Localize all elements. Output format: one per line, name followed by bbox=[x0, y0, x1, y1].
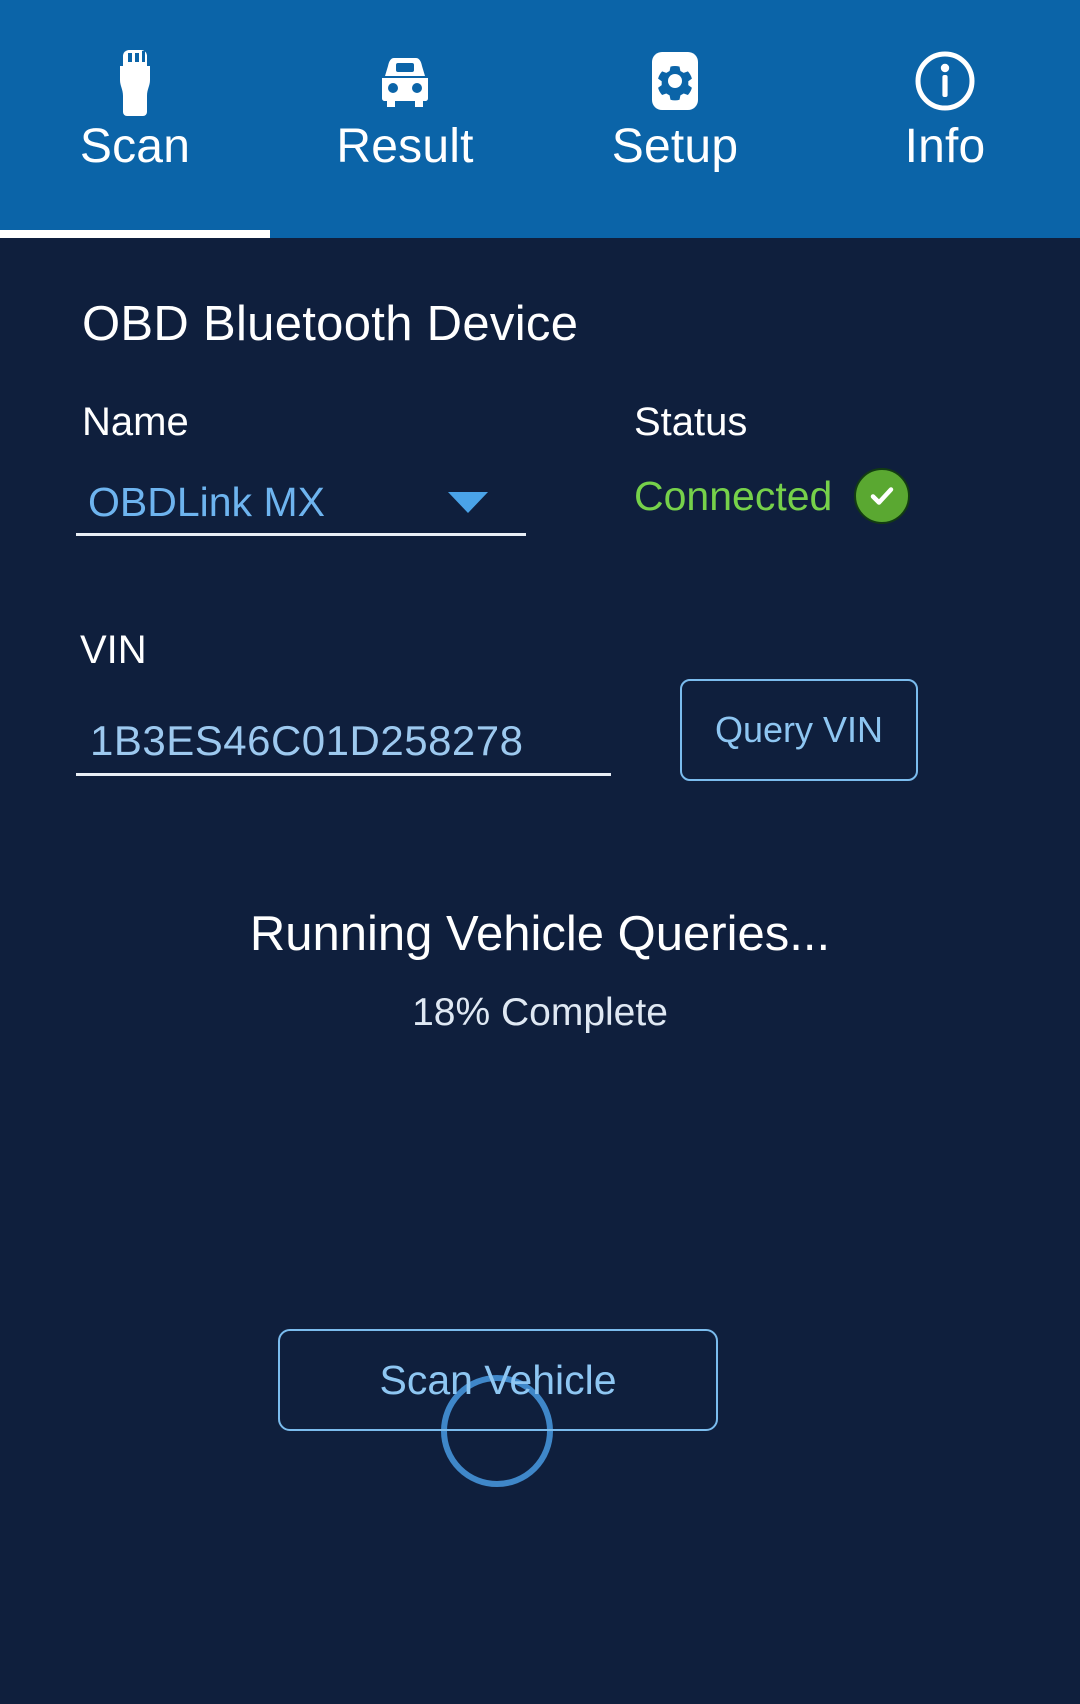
tab-label: Result bbox=[336, 120, 474, 173]
vin-value: 1B3ES46C01D258278 bbox=[90, 716, 524, 764]
tab-label: Info bbox=[904, 120, 986, 173]
scan-panel: OBD Bluetooth Device Name Status OBDLink… bbox=[0, 238, 1080, 1704]
connection-status: Connected bbox=[634, 468, 911, 524]
device-name-value: OBDLink MX bbox=[88, 479, 325, 525]
status-value: Connected bbox=[634, 472, 833, 519]
progress-title: Running Vehicle Queries... bbox=[249, 907, 831, 961]
app-root: Scan Result Setup Info OBD Bluetooth Dev… bbox=[0, 0, 1080, 1704]
section-title: OBD Bluetooth Device bbox=[82, 297, 579, 351]
tab-scan[interactable]: Scan bbox=[0, 0, 270, 238]
info-circle-icon bbox=[913, 44, 977, 118]
tab-info[interactable]: Info bbox=[810, 0, 1080, 238]
tab-result[interactable]: Result bbox=[270, 0, 540, 238]
tab-label: Setup bbox=[611, 120, 739, 173]
device-name-label: Name bbox=[82, 400, 189, 444]
chevron-down-icon[interactable] bbox=[448, 492, 488, 513]
query-vin-button[interactable]: Query VIN bbox=[680, 679, 918, 781]
device-status-label: Status bbox=[634, 400, 748, 444]
vin-input[interactable]: 1B3ES46C01D258278 bbox=[76, 708, 611, 776]
gear-icon bbox=[644, 44, 706, 118]
progress-percent-label: 18% Complete bbox=[412, 991, 668, 1034]
scan-vehicle-button[interactable]: Scan Vehicle bbox=[278, 1329, 718, 1431]
vin-label: VIN bbox=[80, 628, 147, 672]
device-name-select[interactable]: OBDLink MX bbox=[76, 472, 526, 536]
tab-setup[interactable]: Setup bbox=[540, 0, 810, 238]
car-icon bbox=[374, 44, 436, 118]
top-tab-bar: Scan Result Setup Info bbox=[0, 0, 1080, 238]
obd-connector-icon bbox=[110, 44, 160, 118]
tab-label: Scan bbox=[79, 120, 191, 173]
check-circle-icon bbox=[854, 468, 911, 524]
